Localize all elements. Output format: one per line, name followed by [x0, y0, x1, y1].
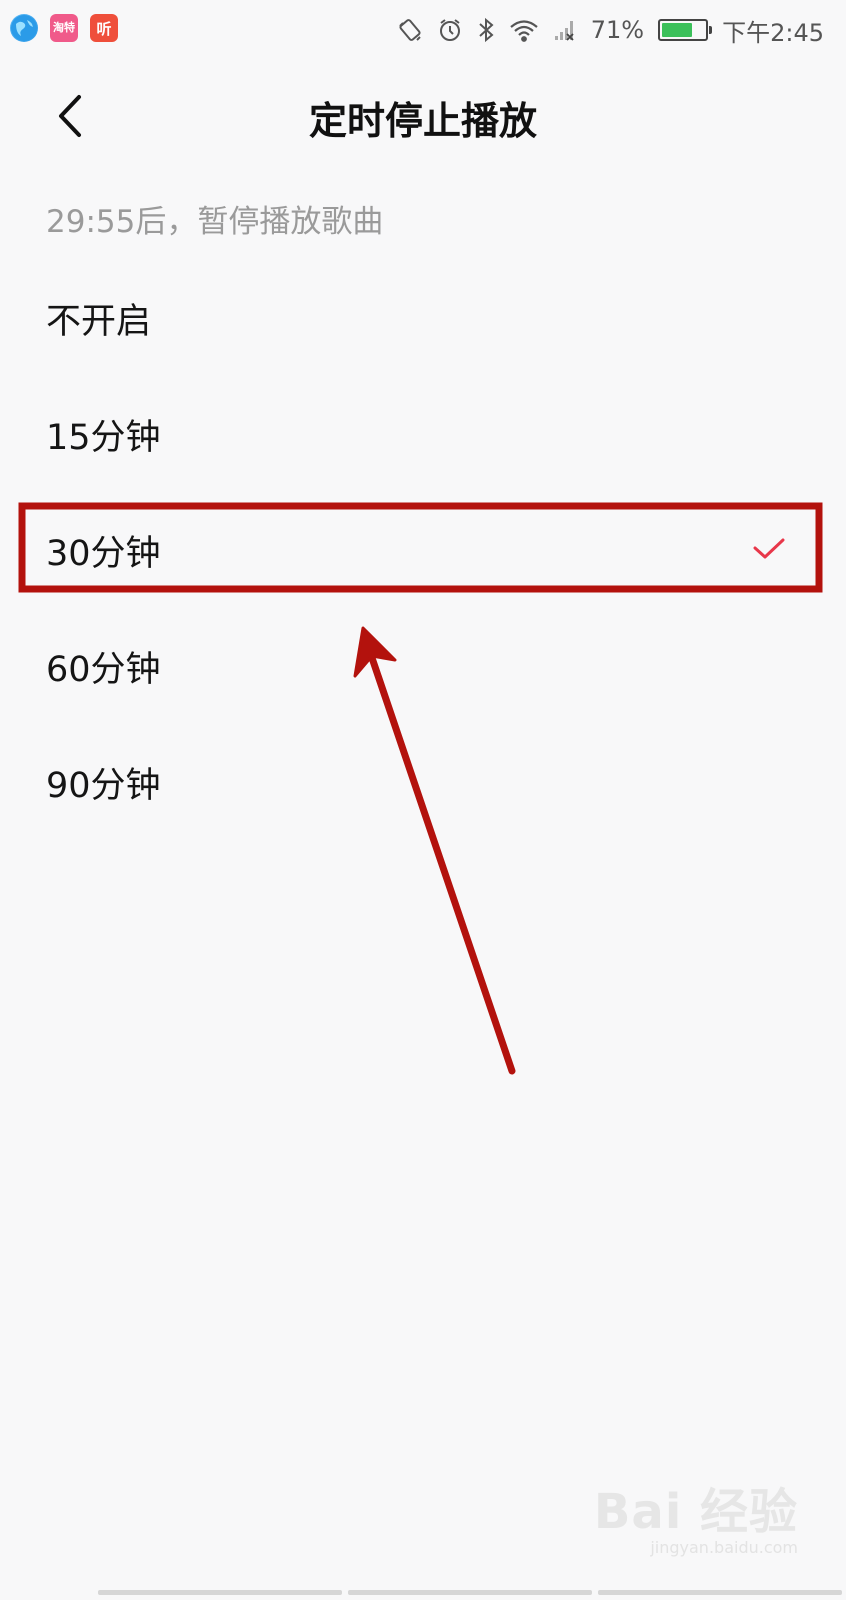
option-label: 15分钟 [46, 417, 161, 458]
watermark-main: Bai 经验 [593, 1484, 798, 1540]
taote-app-label: 淘特 [53, 21, 75, 34]
option-label: 不开启 [46, 301, 152, 342]
nav-segment [598, 1590, 842, 1595]
countdown-text: 29:55后，暂停播放歌曲 [46, 204, 384, 240]
option-label: 90分钟 [46, 765, 161, 806]
ting-app-icon: 听 [90, 14, 118, 42]
gesture-nav-bar [98, 1590, 842, 1595]
option-15min[interactable]: 15分钟 [0, 376, 846, 492]
nav-segment [348, 1590, 592, 1595]
browser-globe-icon [10, 14, 38, 42]
clock: 下午2:45 [722, 18, 824, 47]
page-title: 定时停止播放 [308, 99, 537, 143]
battery-level [662, 23, 692, 37]
bluetooth-icon [477, 17, 495, 43]
nav-segment [98, 1590, 342, 1595]
battery-percent: 71% [590, 16, 645, 44]
taote-app-icon: 淘特 [50, 14, 78, 42]
signal-icon [553, 18, 577, 42]
alarm-icon [437, 17, 463, 43]
option-60min[interactable]: 60分钟 [0, 608, 846, 724]
timer-options-list: 不开启 15分钟 30分钟 60分钟 90分钟 [0, 260, 846, 840]
option-30min[interactable]: 30分钟 [0, 492, 846, 608]
header: 定时停止播放 [0, 62, 846, 172]
baidu-jingyan-watermark: Bai 经验 jingyan.baidu.com [594, 1472, 798, 1557]
wifi-icon [509, 18, 539, 42]
battery-icon [658, 19, 713, 41]
status-bar: 淘特 听 71% 下午2:45 [0, 0, 846, 62]
checkmark-icon [752, 530, 786, 570]
system-status: 71% 下午2:45 [397, 12, 824, 48]
rotation-lock-icon [397, 17, 423, 43]
option-90min[interactable]: 90分钟 [0, 724, 846, 840]
notification-icons: 淘特 听 [10, 14, 118, 42]
option-label: 30分钟 [46, 533, 161, 574]
option-off[interactable]: 不开启 [0, 260, 846, 376]
option-label: 60分钟 [46, 649, 161, 690]
ting-app-label: 听 [96, 19, 112, 38]
